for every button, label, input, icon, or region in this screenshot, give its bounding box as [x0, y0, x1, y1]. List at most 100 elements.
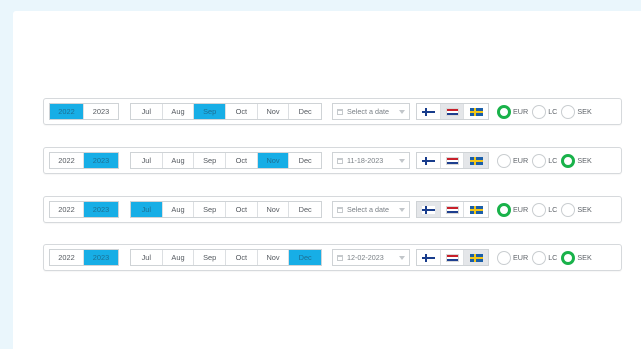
country-button[interactable] — [464, 250, 488, 265]
currency-label: SEK — [577, 205, 592, 214]
currency-radio-lc[interactable]: LC — [532, 250, 558, 265]
currency-radio-lc[interactable]: LC — [532, 104, 558, 119]
currency-radio-sek[interactable]: SEK — [561, 250, 592, 265]
month-selector: Jul Aug Sep Oct Nov Dec — [130, 152, 322, 169]
radio-circle[interactable] — [532, 250, 547, 265]
year-button-2022[interactable]: 2022 — [50, 104, 84, 119]
year-button-2022[interactable]: 2022 — [50, 202, 84, 217]
currency-radio-eur[interactable]: EUR — [497, 250, 529, 265]
country-button[interactable] — [417, 202, 441, 217]
month-button-oct[interactable]: Oct — [226, 104, 258, 119]
currency-label: EUR — [513, 205, 529, 214]
year-button-2023[interactable]: 2023 — [84, 104, 118, 119]
month-button-jul[interactable]: Jul — [131, 104, 163, 119]
year-button-2022[interactable]: 2022 — [50, 250, 84, 265]
radio-circle[interactable] — [497, 202, 511, 217]
year-button-2023[interactable]: 2023 — [84, 153, 118, 168]
currency-radio-lc[interactable]: LC — [532, 202, 558, 217]
date-picker[interactable]: 12-02-2023 — [332, 249, 410, 266]
currency-radio-sek[interactable]: SEK — [561, 153, 592, 168]
currency-radio-eur[interactable]: EUR — [497, 202, 529, 217]
currency-label: LC — [548, 107, 558, 116]
month-button-dec[interactable]: Dec — [289, 250, 322, 265]
month-button-dec[interactable]: Dec — [289, 104, 321, 119]
radio-circle[interactable] — [497, 153, 511, 168]
country-button[interactable] — [464, 153, 488, 168]
currency-radio-sek[interactable]: SEK — [561, 104, 592, 119]
currency-radio-eur[interactable]: EUR — [497, 153, 528, 168]
country-button[interactable] — [417, 153, 441, 168]
radio-circle[interactable] — [532, 202, 547, 217]
country-button[interactable] — [441, 250, 465, 265]
radio-circle[interactable] — [532, 153, 547, 168]
month-button-oct[interactable]: Oct — [226, 153, 258, 168]
chevron-down-icon — [399, 159, 405, 163]
month-button-aug[interactable]: Aug — [163, 202, 195, 217]
netherlands-flag-icon — [445, 107, 459, 116]
year-button-2023[interactable]: 2023 — [84, 202, 118, 217]
radio-circle[interactable] — [497, 104, 511, 119]
month-button-jul[interactable]: Jul — [131, 153, 163, 168]
country-selector — [416, 201, 489, 218]
date-picker[interactable]: Select a date — [332, 201, 410, 218]
chevron-down-icon — [399, 256, 405, 260]
month-button-sep[interactable]: Sep — [194, 153, 227, 168]
month-button-dec[interactable]: Dec — [289, 153, 321, 168]
month-button-oct[interactable]: Oct — [226, 202, 258, 217]
month-button-nov[interactable]: Nov — [258, 202, 290, 217]
month-button-sep[interactable]: Sep — [194, 104, 227, 119]
date-picker-value: 11-18-2023 — [347, 156, 384, 165]
filter-row: 2022 2023 Jul Aug Sep Oct Nov Dec Select a date E… — [43, 98, 622, 125]
year-button-2022[interactable]: 2022 — [50, 153, 84, 168]
calendar-icon — [337, 108, 343, 115]
radio-circle[interactable] — [561, 153, 576, 168]
month-selector: Jul Aug Sep Oct Nov Dec — [130, 201, 322, 218]
content-card: 2022 2023 Jul Aug Sep Oct Nov Dec Select a date E… — [13, 11, 641, 349]
radio-circle[interactable] — [561, 104, 576, 119]
calendar-icon — [337, 157, 343, 164]
country-button[interactable] — [440, 104, 465, 119]
currency-label: LC — [548, 253, 558, 262]
month-button-oct[interactable]: Oct — [226, 250, 258, 265]
country-selector — [416, 152, 489, 169]
month-button-nov[interactable]: Nov — [257, 153, 290, 168]
country-button[interactable] — [441, 153, 465, 168]
month-button-aug[interactable]: Aug — [163, 250, 195, 265]
month-button-aug[interactable]: Aug — [163, 153, 195, 168]
currency-label: LC — [548, 205, 558, 214]
currency-label: SEK — [577, 107, 592, 116]
country-button[interactable] — [417, 250, 441, 265]
country-button[interactable] — [464, 202, 488, 217]
sweden-flag-icon — [469, 107, 483, 116]
month-button-jul[interactable]: Jul — [131, 250, 163, 265]
radio-circle[interactable] — [532, 104, 547, 119]
currency-radio-eur[interactable]: EUR — [497, 104, 528, 119]
date-picker[interactable]: Select a date — [332, 103, 410, 120]
month-button-aug[interactable]: Aug — [163, 104, 195, 119]
month-button-sep[interactable]: Sep — [194, 250, 227, 265]
radio-circle[interactable] — [497, 250, 511, 265]
country-button[interactable] — [417, 104, 441, 119]
year-button-2023[interactable]: 2023 — [84, 250, 118, 265]
date-picker[interactable]: 11-18-2023 — [332, 152, 410, 169]
month-button-jul[interactable]: Jul — [131, 202, 163, 217]
month-button-sep[interactable]: Sep — [194, 202, 227, 217]
currency-label: EUR — [513, 253, 529, 262]
radio-circle[interactable] — [561, 250, 576, 265]
month-button-dec[interactable]: Dec — [289, 202, 321, 217]
date-picker-value: 12-02-2023 — [347, 253, 384, 262]
month-selector: Jul Aug Sep Oct Nov Dec — [130, 103, 322, 120]
currency-label: SEK — [577, 156, 592, 165]
month-button-nov[interactable]: Nov — [258, 250, 290, 265]
filter-row: 2022 2023 Jul Aug Sep Oct Nov Dec 11-18-2023 EUR L… — [43, 147, 622, 174]
month-button-nov[interactable]: Nov — [258, 104, 290, 119]
currency-radio-lc[interactable]: LC — [532, 153, 557, 168]
year-selector: 2022 2023 — [49, 103, 119, 120]
radio-circle[interactable] — [561, 202, 576, 217]
date-picker-value: Select a date — [347, 107, 389, 116]
filter-row: 2022 2023 Jul Aug Sep Oct Nov Dec Select a date E… — [43, 196, 622, 223]
country-button[interactable] — [464, 104, 488, 119]
currency-radio-sek[interactable]: SEK — [561, 202, 592, 217]
country-button[interactable] — [441, 202, 465, 217]
date-picker-value: Select a date — [347, 205, 389, 214]
